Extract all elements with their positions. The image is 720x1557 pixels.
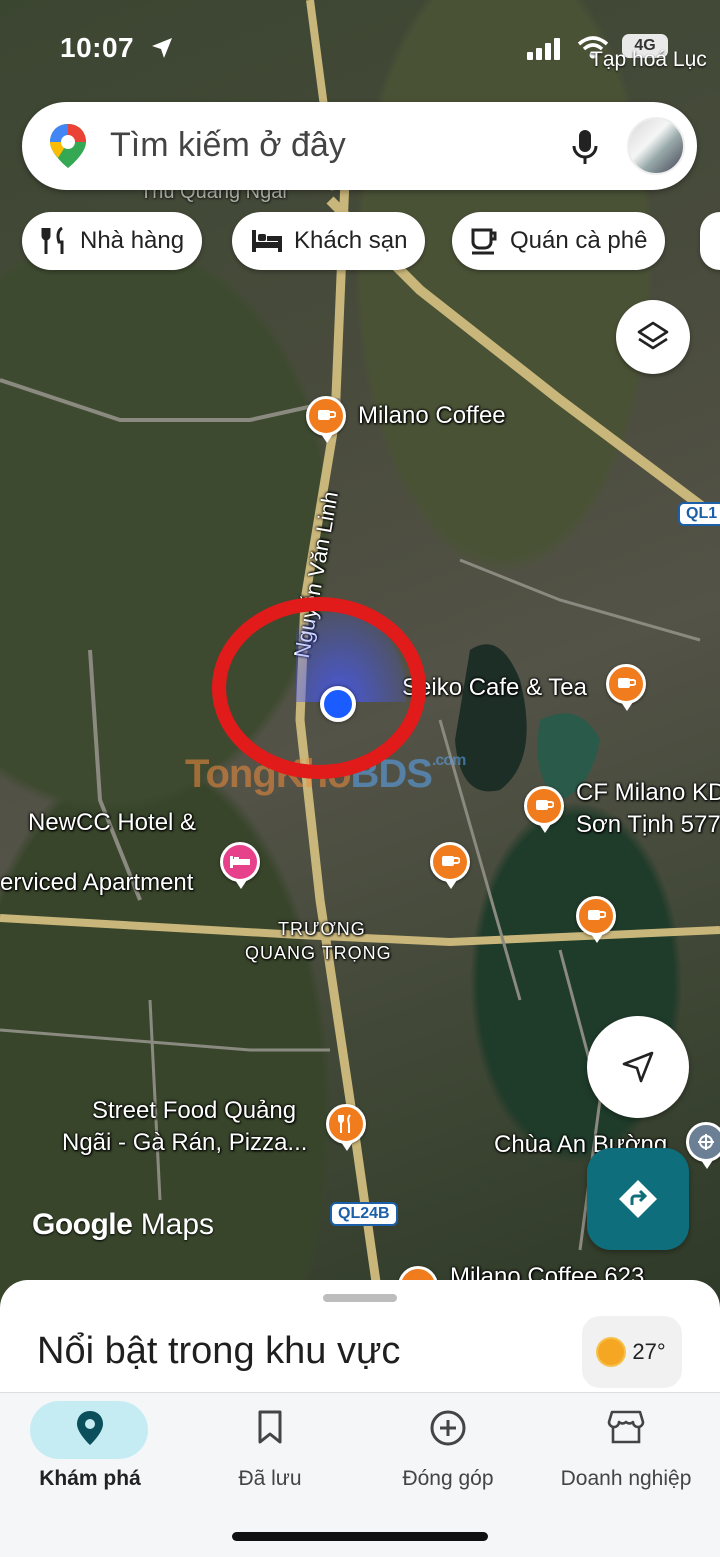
storefront-icon xyxy=(607,1410,645,1444)
bookmark-icon xyxy=(258,1410,282,1444)
poi-label[interactable]: NewCC Hotel & xyxy=(28,806,196,840)
home-indicator[interactable] xyxy=(232,1532,488,1541)
highway-shield-ql1: QL1 xyxy=(678,502,720,526)
hotel-pin-icon[interactable] xyxy=(220,842,260,889)
coffee-icon xyxy=(471,228,497,255)
poi-label[interactable]: erviced Apartment xyxy=(0,866,193,900)
tab-label: Doanh nghiệp xyxy=(560,1467,692,1490)
poi-label[interactable]: Ngãi - Gà Rán, Pizza... xyxy=(62,1126,307,1160)
temple-pin-icon[interactable] xyxy=(686,1122,720,1169)
category-chips: Nhà hàng Khách sạn Quán cà phê xyxy=(0,212,720,272)
chip-more[interactable] xyxy=(700,212,720,270)
directions-button[interactable] xyxy=(587,1148,689,1250)
search-input[interactable]: Tìm kiếm ở đây xyxy=(110,126,346,165)
poi-label[interactable]: Sơn Tịnh 577 xyxy=(576,808,720,842)
google-maps-pin-logo-icon xyxy=(50,124,86,168)
layers-button[interactable] xyxy=(616,300,690,374)
tab-label: Đóng góp xyxy=(402,1467,494,1490)
highway-shield-ql24b: QL24B xyxy=(330,1202,398,1226)
chip-hotels[interactable]: Khách sạn xyxy=(232,212,426,270)
tab-explore[interactable]: Khám phá xyxy=(0,1393,180,1513)
highlight-circle xyxy=(212,597,426,779)
street-label: QUANG TRỌNG xyxy=(245,943,392,963)
tab-saved[interactable]: Đã lưu xyxy=(180,1393,360,1513)
coffee-pin-icon[interactable] xyxy=(576,896,616,943)
google-maps-logo: Google Maps xyxy=(32,1208,215,1241)
microphone-icon[interactable] xyxy=(570,128,600,166)
chip-label: Nhà hàng xyxy=(80,227,185,254)
poi-label[interactable]: Milano Coffee xyxy=(358,399,506,433)
poi-label[interactable]: Seiko Cafe & Tea xyxy=(402,671,587,705)
chip-label: Khách sạn xyxy=(294,227,408,254)
coffee-pin-icon[interactable] xyxy=(606,664,646,711)
profile-avatar[interactable] xyxy=(627,117,685,175)
coffee-pin-icon[interactable] xyxy=(306,396,346,443)
restaurant-pin-icon[interactable] xyxy=(326,1104,366,1151)
search-bar[interactable]: Tìm kiếm ở đây xyxy=(22,102,697,190)
location-arrow-icon xyxy=(152,38,172,58)
map-canvas[interactable]: Thu Quang Ngai Milano Coffee Nguyễn Văn … xyxy=(0,0,720,1310)
signal-icon xyxy=(527,38,560,60)
poi-label[interactable]: CF Milano KD xyxy=(576,776,720,810)
chip-label: Quán cà phê xyxy=(510,227,648,254)
explore-pin-icon xyxy=(77,1411,103,1445)
status-time: 10:07 xyxy=(60,32,135,63)
poi-label[interactable]: Street Food Quảng xyxy=(92,1094,296,1128)
chip-coffee[interactable]: Quán cà phê xyxy=(452,212,666,270)
navigation-arrow-icon xyxy=(622,1051,654,1083)
tab-label: Khám phá xyxy=(39,1467,141,1490)
tab-business[interactable]: Doanh nghiệp xyxy=(536,1393,716,1513)
tab-label: Đã lưu xyxy=(238,1467,302,1490)
directions-icon xyxy=(619,1180,657,1218)
hotel-icon xyxy=(252,230,282,252)
restaurant-icon xyxy=(41,226,64,254)
sheet-drag-handle[interactable] xyxy=(323,1294,397,1302)
map-label-top[interactable]: Tạp hoá Lục xyxy=(590,48,707,72)
sheet-title: Nổi bật trong khu vực xyxy=(37,1330,401,1372)
my-location-button[interactable] xyxy=(587,1016,689,1118)
sun-icon xyxy=(598,1339,625,1365)
explore-sheet[interactable]: Nổi bật trong khu vực 27° xyxy=(0,1280,720,1400)
tab-contribute[interactable]: Đóng góp xyxy=(358,1393,538,1513)
coffee-pin-icon[interactable] xyxy=(524,786,564,833)
weather-temp: 27° xyxy=(632,1339,666,1364)
add-circle-icon xyxy=(430,1410,466,1446)
chip-restaurants[interactable]: Nhà hàng xyxy=(22,212,203,270)
weather-badge[interactable]: 27° xyxy=(582,1316,682,1388)
layers-icon xyxy=(637,321,669,350)
coffee-pin-icon[interactable] xyxy=(430,842,470,889)
